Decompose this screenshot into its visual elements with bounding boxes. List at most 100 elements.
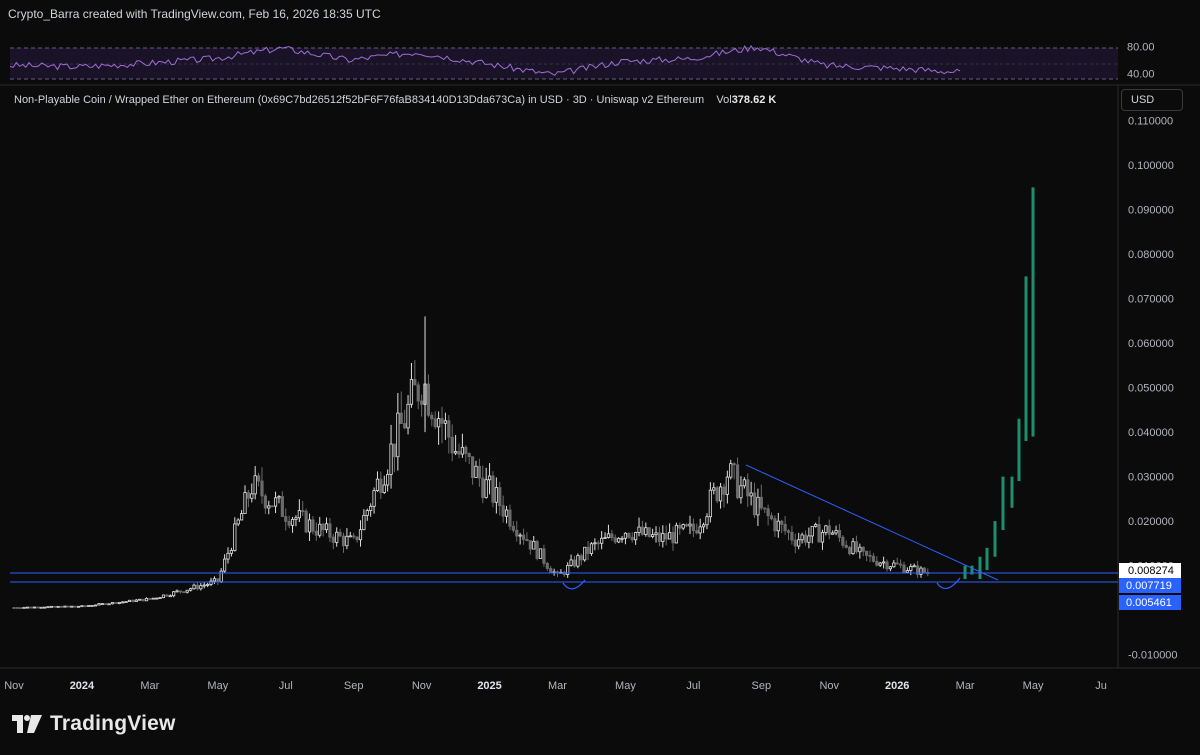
projection-bar	[1017, 418, 1021, 482]
candle-body	[746, 479, 750, 497]
candle-body	[824, 525, 828, 533]
candle-body	[80, 605, 84, 608]
time-tick-label: May	[615, 680, 636, 692]
candle-body	[328, 523, 332, 538]
candle-body	[110, 602, 115, 605]
candle-body	[800, 534, 804, 541]
candle-body	[613, 537, 617, 543]
candle-body	[477, 465, 481, 479]
candle-body	[178, 590, 183, 593]
projection-bar	[978, 556, 982, 579]
candle-body	[603, 537, 607, 539]
candle-body	[735, 464, 740, 499]
candle-body	[175, 590, 179, 593]
candle-body	[104, 603, 108, 606]
candle-body	[569, 559, 573, 566]
time-tick-label: 2026	[885, 680, 909, 692]
volume-value: 378.62 K	[731, 94, 777, 106]
candle-body	[25, 606, 30, 609]
candle-body	[32, 606, 36, 609]
candle-body	[630, 536, 634, 541]
projection-bar	[1001, 476, 1005, 531]
candle-body	[868, 554, 872, 557]
candles	[12, 316, 930, 609]
candle-body	[114, 602, 118, 604]
candle-body	[403, 423, 407, 429]
candle-body	[681, 524, 685, 529]
candle-body	[331, 536, 335, 543]
candle-body	[253, 475, 257, 495]
candle-body	[22, 606, 26, 609]
candle-body	[76, 605, 81, 608]
candle-body	[786, 530, 791, 533]
price-tick-label: 0.060000	[1128, 338, 1174, 350]
candle-body	[491, 475, 495, 503]
candle-body	[766, 508, 770, 517]
candle-body	[246, 492, 250, 499]
candle-body	[382, 484, 386, 493]
rsi-tick-label: 80.00	[1127, 42, 1155, 54]
candle-body	[341, 535, 346, 547]
candle-body	[831, 532, 835, 535]
candle-body	[572, 559, 577, 567]
candle-body	[239, 513, 244, 521]
candle-body	[66, 605, 70, 608]
candle-body	[528, 540, 532, 550]
candle-body	[389, 443, 393, 475]
candle-body	[97, 603, 101, 606]
candle-body	[545, 562, 549, 569]
candle-body	[396, 412, 400, 458]
candle-body	[369, 505, 373, 511]
time-tick-label: Mar	[140, 680, 159, 692]
candle-body	[783, 523, 787, 532]
candle-body	[712, 487, 716, 491]
candle-body	[634, 532, 638, 541]
candle-body	[705, 516, 709, 526]
candle-body	[759, 496, 763, 509]
price-chart[interactable]: 80.00 40.00 0.110000 0.100000 0.090000 0.080…	[0, 0, 1200, 755]
candle-body	[586, 546, 590, 554]
candle-body	[294, 517, 298, 520]
symbol-pair: Non-Playable Coin / Wrapped Ether on Eth…	[14, 94, 705, 106]
candle-body	[905, 570, 909, 573]
candle-body	[780, 520, 784, 525]
candle-body	[49, 605, 53, 608]
candle-body	[504, 509, 509, 517]
candle-body	[803, 534, 808, 543]
candle-body	[256, 475, 261, 482]
candle-body	[460, 446, 464, 455]
projection-bar	[963, 565, 967, 579]
candle-body	[233, 523, 237, 551]
candle-body	[447, 420, 451, 438]
candle-body	[117, 601, 121, 604]
candle-body	[620, 537, 624, 540]
candle-body	[644, 527, 648, 535]
candle-body	[542, 548, 546, 564]
candle-body	[600, 537, 604, 544]
candle-body	[596, 542, 600, 545]
candle-body	[834, 529, 838, 534]
candle-body	[70, 605, 74, 608]
candle-body	[684, 524, 689, 527]
price-tick-label: 0.020000	[1128, 516, 1174, 528]
candle-body	[138, 598, 142, 601]
candle-body	[29, 606, 33, 609]
candle-body	[413, 379, 417, 386]
symbol-legend: Non-Playable Coin / Wrapped Ether on Eth…	[14, 94, 776, 106]
candle-body	[494, 487, 498, 503]
tradingview-logo[interactable]: TradingView	[12, 712, 176, 736]
currency-button[interactable]: USD	[1121, 89, 1183, 111]
candle-body	[470, 456, 475, 478]
time-tick-label: Mar	[548, 680, 567, 692]
candle-body	[335, 531, 339, 543]
candle-body	[12, 607, 16, 609]
candle-body	[790, 531, 794, 541]
candle-body	[192, 584, 196, 590]
candle-body	[708, 489, 712, 518]
candle-body	[277, 496, 281, 499]
rsi-pane: 80.00 40.00	[9, 42, 1155, 80]
candle-body	[654, 532, 658, 536]
candle-body	[355, 536, 359, 541]
candle-body	[457, 451, 461, 455]
candle-body	[865, 550, 869, 556]
